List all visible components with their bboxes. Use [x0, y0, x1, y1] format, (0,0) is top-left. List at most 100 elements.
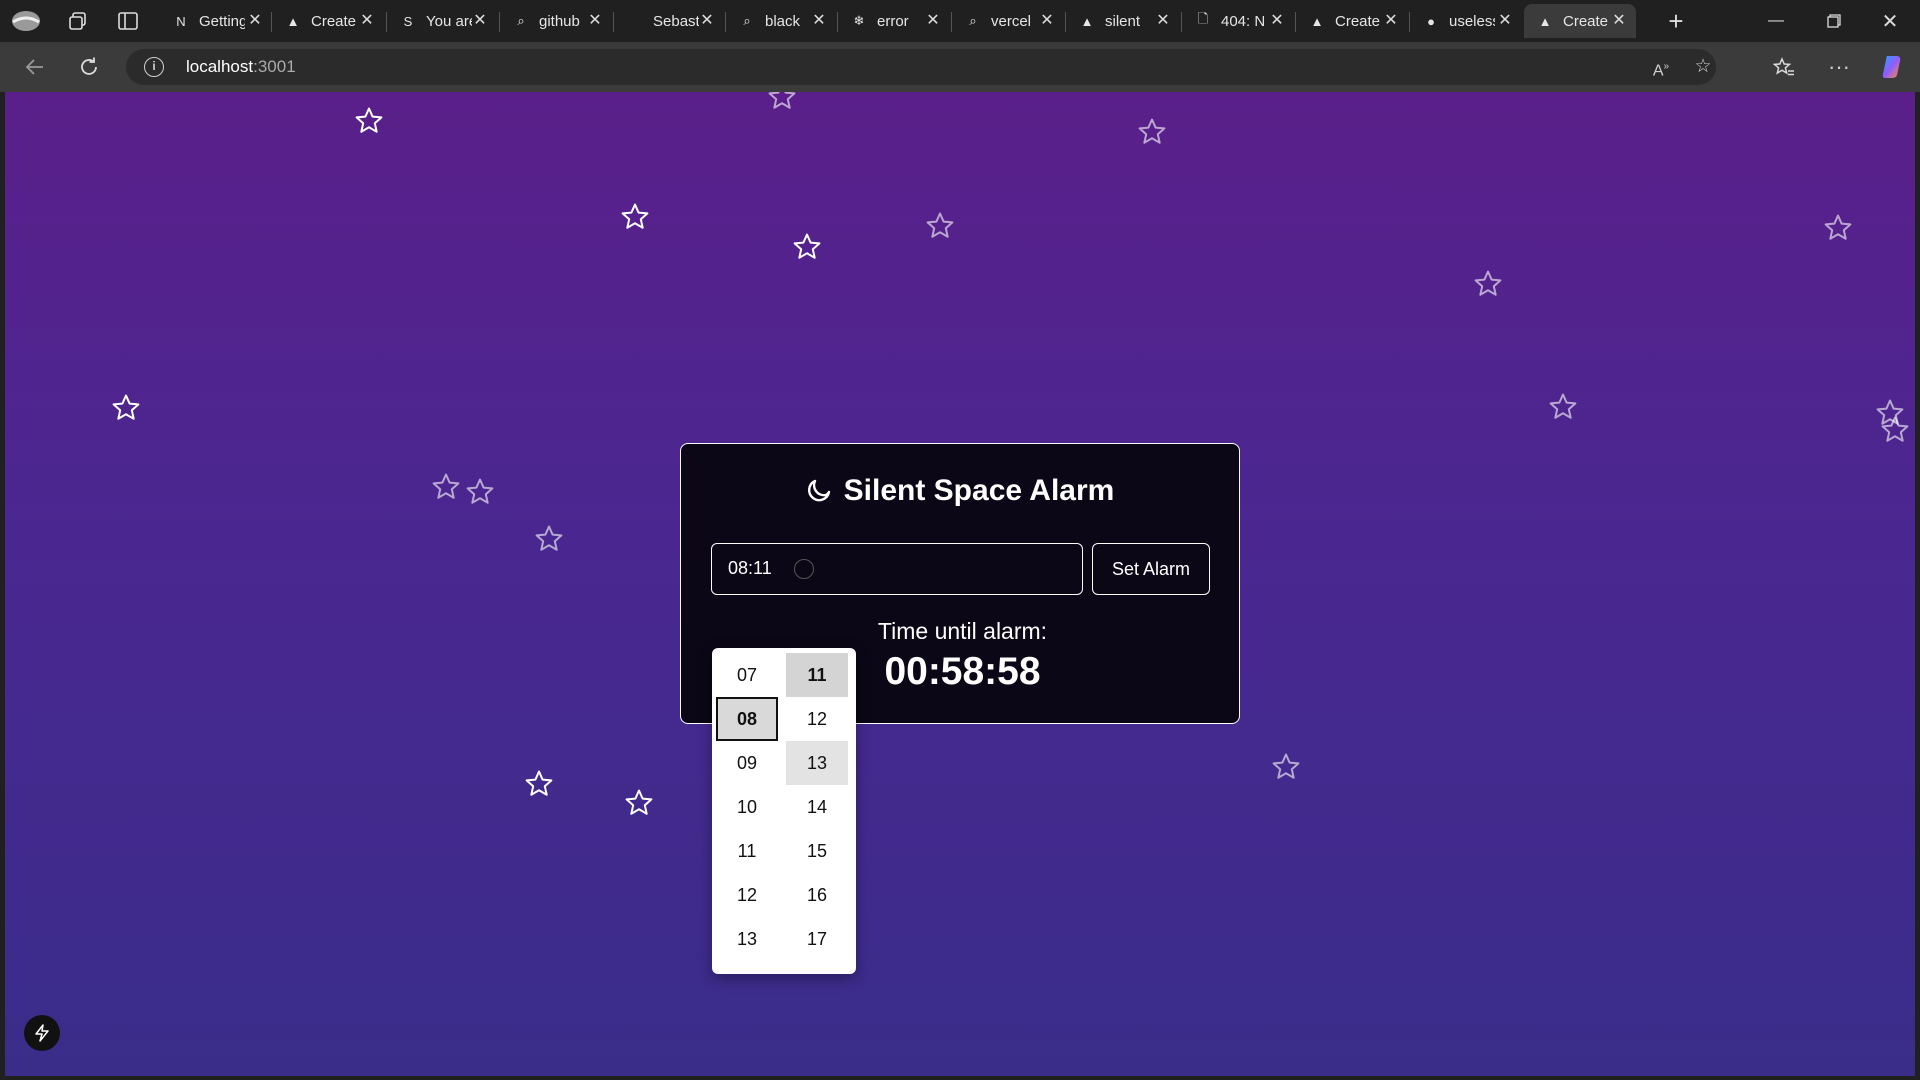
- hour-option[interactable]: 07: [716, 653, 778, 697]
- browser-window: NGetting✕▲Create✕SYou are✕⌕github✕Sebast…: [0, 0, 1920, 1080]
- star-icon: [1880, 415, 1910, 445]
- minute-option[interactable]: 11: [786, 653, 848, 697]
- refresh-icon[interactable]: [72, 51, 106, 83]
- star-icon: [792, 232, 822, 262]
- tab-separator: [1181, 12, 1182, 32]
- browser-tab[interactable]: ▲ Create ✕: [1524, 4, 1636, 38]
- star-icon: [1548, 392, 1578, 422]
- browser-tab[interactable]: ● useless ✕: [1410, 4, 1522, 38]
- tab-close-icon[interactable]: ✕: [698, 12, 716, 30]
- copilot-icon[interactable]: [1876, 51, 1910, 83]
- star-icon: [354, 106, 384, 136]
- hour-option[interactable]: 09: [716, 741, 778, 785]
- moon-icon: [806, 476, 834, 512]
- tab-favicon-icon: ▲: [1080, 13, 1094, 29]
- hour-option[interactable]: 13: [716, 917, 778, 961]
- alarm-time-input[interactable]: 08:11: [711, 543, 1083, 595]
- browser-tab[interactable]: Sebastian✕: [614, 4, 724, 38]
- tab-strip: NGetting✕▲Create✕SYou are✕⌕github✕Sebast…: [0, 0, 1920, 42]
- workspaces-icon[interactable]: [62, 5, 94, 37]
- clock-icon[interactable]: [794, 559, 814, 579]
- tab-separator: [951, 12, 952, 32]
- alarm-time-value: 08:11: [728, 558, 772, 578]
- more-options-icon[interactable]: ···: [1822, 51, 1856, 83]
- tab-close-icon[interactable]: ✕: [1154, 12, 1172, 30]
- tab-favicon-icon: 🗋: [1197, 11, 1209, 26]
- tab-close-icon[interactable]: ✕: [1496, 12, 1514, 30]
- tab-close-icon[interactable]: ✕: [810, 12, 828, 30]
- hour-option[interactable]: 11: [716, 829, 778, 873]
- browser-tab[interactable]: S You are✕: [387, 4, 497, 38]
- vertical-tabs-icon[interactable]: [112, 5, 144, 37]
- tab-title: 404: N: [1221, 12, 1266, 30]
- tab-separator: [1295, 12, 1296, 32]
- tab-close-icon[interactable]: ✕: [1610, 12, 1628, 30]
- browser-tab[interactable]: ⌕ black ✕: [726, 4, 836, 38]
- tab-title: black: [765, 12, 801, 30]
- hour-column: 07 08 09 10 11 12 13: [714, 653, 780, 961]
- minute-option[interactable]: 13: [786, 741, 848, 785]
- hour-option[interactable]: 12: [716, 873, 778, 917]
- browser-tab[interactable]: ⌕ github ✕: [500, 4, 612, 38]
- time-until-label: Time until alarm:: [877, 618, 1048, 644]
- close-window-icon[interactable]: ✕: [1862, 0, 1918, 42]
- tab-favicon-icon: N: [176, 13, 186, 29]
- minimize-icon[interactable]: —: [1748, 0, 1804, 42]
- read-aloud-icon[interactable]: A»: [1648, 54, 1674, 80]
- tab-title: Create: [311, 12, 357, 30]
- star-icon: [431, 472, 461, 502]
- favorites-icon[interactable]: [1767, 51, 1801, 83]
- tab-separator: [725, 12, 726, 32]
- page-viewport: Silent Space Alarm 08:11 Set Alarm Time …: [5, 92, 1915, 1076]
- hour-option[interactable]: 10: [716, 785, 778, 829]
- minute-option[interactable]: 15: [786, 829, 848, 873]
- tab-title: silent: [1105, 12, 1141, 30]
- hour-option[interactable]: 08: [716, 697, 778, 741]
- star-icon: [111, 393, 141, 423]
- browser-tab[interactable]: ▲ Create ✕: [1296, 4, 1408, 38]
- minute-option[interactable]: 14: [786, 785, 848, 829]
- address-bar[interactable]: i localhost:3001 A» ☆: [126, 49, 1716, 85]
- restore-icon[interactable]: [1806, 0, 1862, 42]
- browser-tab[interactable]: ⌕ vercel ✕: [952, 4, 1064, 38]
- set-alarm-button[interactable]: Set Alarm: [1092, 543, 1210, 595]
- tab-separator: [1065, 12, 1066, 32]
- tab-close-icon[interactable]: ✕: [586, 12, 604, 30]
- tab-close-icon[interactable]: ✕: [1268, 12, 1286, 30]
- tab-title: Create: [1335, 12, 1381, 30]
- minute-option[interactable]: 17: [786, 917, 848, 961]
- favorite-star-icon[interactable]: ☆: [1690, 54, 1716, 80]
- tab-title: Create: [1563, 12, 1609, 30]
- star-icon: [1473, 269, 1503, 299]
- star-icon: [925, 211, 955, 241]
- browser-tab[interactable]: ❄ error ✕: [838, 4, 950, 38]
- browser-tab[interactable]: ▲ silent ✕: [1066, 4, 1180, 38]
- tab-close-icon[interactable]: ✕: [924, 12, 942, 30]
- browser-tab[interactable]: 🗋 404: N ✕: [1182, 4, 1294, 38]
- tab-title: github: [539, 12, 580, 30]
- profile-avatar[interactable]: [10, 5, 42, 37]
- tab-close-icon[interactable]: ✕: [1382, 12, 1400, 30]
- tab-separator: [613, 12, 614, 32]
- tab-close-icon[interactable]: ✕: [358, 12, 376, 30]
- site-info-icon[interactable]: i: [144, 57, 164, 77]
- tab-favicon-icon: ▲: [1538, 13, 1552, 29]
- star-icon: [534, 524, 564, 554]
- alarm-title-text: Silent Space Alarm: [843, 474, 1115, 507]
- tab-separator: [837, 12, 838, 32]
- browser-tab[interactable]: ▲ Create ✕: [272, 4, 384, 38]
- tab-separator: [386, 12, 387, 32]
- back-icon[interactable]: [18, 51, 52, 83]
- tab-close-icon[interactable]: ✕: [1038, 12, 1056, 30]
- new-tab-icon[interactable]: +: [1660, 5, 1692, 37]
- dev-tools-lightning-icon[interactable]: [24, 1015, 60, 1051]
- star-icon: [767, 92, 797, 112]
- tab-close-icon[interactable]: ✕: [471, 12, 489, 30]
- tab-favicon-icon: [626, 12, 644, 30]
- star-icon: [1271, 752, 1301, 782]
- minute-option[interactable]: 16: [786, 873, 848, 917]
- tab-title: Sebastian: [653, 12, 699, 30]
- browser-tab[interactable]: N Getting ✕: [160, 4, 272, 38]
- minute-option[interactable]: 12: [786, 697, 848, 741]
- tab-close-icon[interactable]: ✕: [246, 12, 264, 30]
